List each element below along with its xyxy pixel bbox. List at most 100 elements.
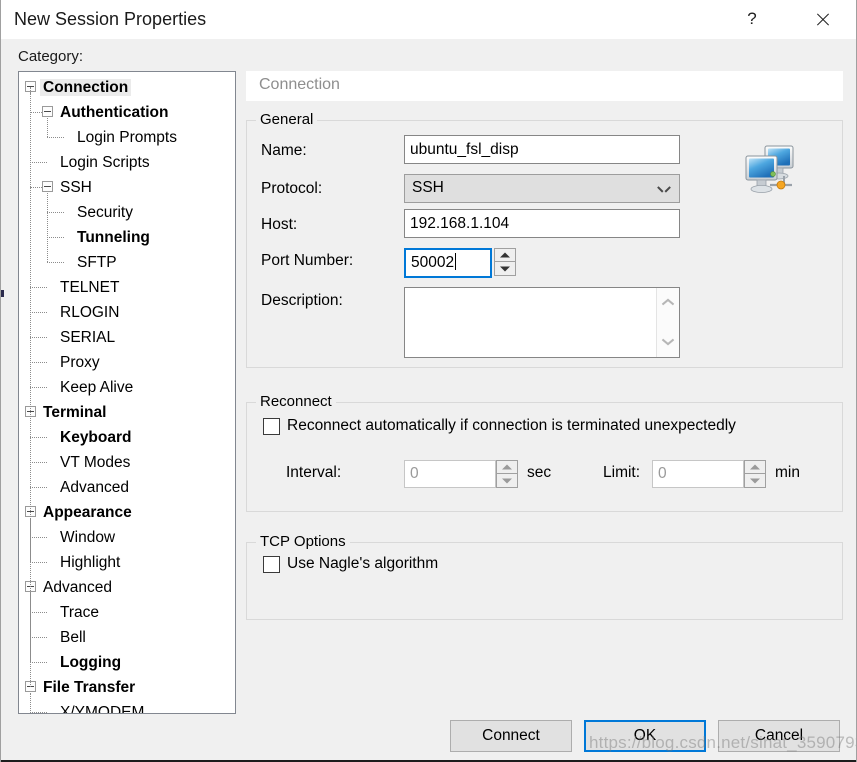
port-spinner-down-button[interactable] — [494, 262, 516, 276]
port-spinner-up-button[interactable] — [494, 248, 516, 262]
tree-collapse-icon[interactable] — [42, 181, 53, 192]
tree-item-appearance[interactable]: Appearance — [19, 500, 235, 525]
port-number-input[interactable]: 50002 — [404, 248, 492, 278]
tree-item-advanced[interactable]: Advanced — [19, 575, 235, 600]
cancel-button-label: Cancel — [754, 727, 804, 744]
limit-spinner-down-button[interactable] — [744, 474, 766, 488]
tree-item-label: Advanced — [60, 478, 129, 496]
host-input[interactable]: 192.168.1.104 — [404, 209, 680, 238]
interval-spinner[interactable] — [496, 460, 518, 488]
tree-item-keep-alive[interactable]: Keep Alive — [19, 375, 235, 400]
tree-item-label: X/YMODEM — [60, 703, 145, 714]
host-label: Host: — [261, 216, 298, 233]
tree-item-login-scripts[interactable]: Login Scripts — [19, 150, 235, 175]
tree-item-label: Keep Alive — [60, 378, 134, 396]
tree-connector — [30, 162, 47, 164]
interval-label: Interval: — [286, 464, 342, 481]
tree-item-logging[interactable]: Logging — [19, 650, 235, 675]
tree-connector — [30, 312, 47, 314]
scroll-down-icon[interactable] — [662, 338, 675, 347]
tree-connector — [30, 362, 47, 364]
new-session-properties-dialog: New Session Properties ? Category: Conne… — [0, 0, 857, 762]
interval-spinner-up-button[interactable] — [496, 460, 518, 474]
arrow-up-icon — [500, 252, 510, 258]
tree-collapse-icon[interactable] — [42, 106, 53, 117]
cancel-button[interactable]: Cancel — [718, 720, 840, 752]
tree-item-label: Login Prompts — [77, 128, 177, 146]
tree-item-label: Security — [77, 203, 133, 221]
description-label: Description: — [261, 292, 343, 309]
use-nagle-checkbox[interactable] — [263, 556, 280, 573]
tree-item-keyboard[interactable]: Keyboard — [19, 425, 235, 450]
close-button[interactable] — [799, 0, 845, 38]
protocol-dropdown[interactable]: SSH — [404, 174, 680, 203]
tree-item-bell[interactable]: Bell — [19, 625, 235, 650]
tree-item-window[interactable]: Window — [19, 525, 235, 550]
help-button[interactable]: ? — [729, 0, 775, 38]
general-group-title: General — [256, 111, 318, 128]
tree-item-label: Terminal — [43, 403, 107, 421]
tree-connector — [30, 693, 32, 713]
tree-item-label: Advanced — [43, 578, 112, 596]
category-tree[interactable]: Connection Authentication Login Prompts Log… — [18, 71, 236, 714]
tree-item-connection[interactable]: Connection — [19, 75, 235, 100]
reconnect-auto-checkbox[interactable] — [263, 418, 280, 435]
protocol-label: Protocol: — [261, 180, 323, 197]
tcp-options-group: TCP Options — [246, 533, 843, 620]
port-number-spinner[interactable] — [494, 248, 516, 276]
tree-item-ssh[interactable]: SSH — [19, 175, 235, 200]
tree-connector — [30, 518, 32, 562]
tree-item-rlogin[interactable]: RLOGIN — [19, 300, 235, 325]
tree-item-terminal[interactable]: Terminal — [19, 400, 235, 425]
tree-connector — [30, 487, 47, 489]
interval-input[interactable]: 0 — [404, 460, 496, 488]
reconnect-auto-label[interactable]: Reconnect automatically if connection is… — [287, 417, 736, 435]
category-label: Category: — [18, 48, 84, 65]
name-input[interactable]: ubuntu_fsl_disp — [404, 135, 680, 164]
connect-button[interactable]: Connect — [450, 720, 572, 752]
tree-item-highlight[interactable]: Highlight — [19, 550, 235, 575]
limit-spinner-up-button[interactable] — [744, 460, 766, 474]
close-icon — [815, 12, 830, 27]
scroll-up-icon[interactable] — [662, 298, 675, 307]
tree-item-vt-modes[interactable]: VT Modes — [19, 450, 235, 475]
limit-label: Limit: — [603, 464, 641, 481]
tree-connector — [30, 712, 47, 713]
description-scrollbar[interactable] — [656, 288, 679, 357]
tree-item-file-transfer[interactable]: File Transfer — [19, 675, 235, 700]
limit-spinner[interactable] — [744, 460, 766, 488]
ok-button[interactable]: OK — [584, 720, 706, 752]
tree-item-trace[interactable]: Trace — [19, 600, 235, 625]
tree-connector — [30, 562, 47, 564]
name-label: Name: — [261, 142, 307, 159]
tree-item-x-ymodem[interactable]: X/YMODEM — [19, 700, 235, 714]
tree-item-label: SSH — [60, 178, 92, 196]
port-number-value: 50002 — [411, 254, 455, 271]
question-mark-icon: ? — [747, 9, 757, 28]
tree-item-label: Connection — [40, 78, 132, 97]
use-nagle-label[interactable]: Use Nagle's algorithm — [287, 555, 438, 573]
tree-connector — [30, 637, 47, 639]
description-textarea[interactable] — [404, 287, 680, 358]
tree-connector — [30, 337, 47, 339]
tree-item-advanced[interactable]: Advanced — [19, 475, 235, 500]
tree-item-telnet[interactable]: TELNET — [19, 275, 235, 300]
text-caret — [455, 253, 457, 270]
tree-item-authentication[interactable]: Authentication — [19, 100, 235, 125]
tree-item-label: Bell — [60, 628, 86, 646]
interval-spinner-down-button[interactable] — [496, 474, 518, 488]
tree-item-label: SERIAL — [60, 328, 116, 346]
tree-connector — [30, 662, 47, 664]
arrow-up-icon — [750, 464, 760, 470]
tree-item-label: VT Modes — [60, 453, 131, 471]
ok-button-label: OK — [633, 727, 657, 744]
tcp-options-group-title: TCP Options — [256, 533, 350, 550]
tree-item-serial[interactable]: SERIAL — [19, 325, 235, 350]
limit-input[interactable]: 0 — [652, 460, 744, 488]
arrow-down-icon — [502, 478, 512, 483]
interval-unit: sec — [527, 464, 552, 481]
network-computers-icon — [743, 143, 801, 198]
tree-connector — [30, 418, 32, 487]
tree-item-label: Window — [60, 528, 116, 546]
tree-item-proxy[interactable]: Proxy — [19, 350, 235, 375]
